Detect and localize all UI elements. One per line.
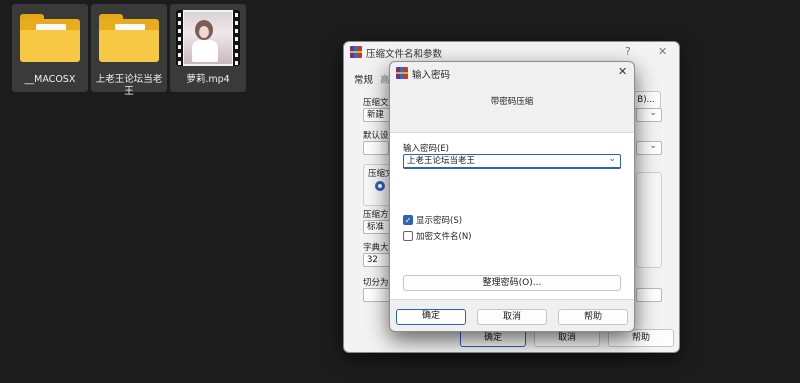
organize-passwords-button[interactable]: 整理密码(O)... <box>403 275 621 291</box>
video-thumbnail-icon <box>176 10 240 66</box>
folder-icon <box>97 10 161 64</box>
help-icon[interactable]: ? <box>625 45 631 58</box>
dialog-header: 带密码压缩 <box>490 97 534 107</box>
dialog-title: 输入密码 <box>412 70 451 81</box>
desktop-item-label: __MACOSX <box>24 74 76 85</box>
browse-button[interactable]: B)... <box>631 91 661 109</box>
password-pane: 输入密码(E) 上老王论坛当老王 ✓ 显示密码(S) 加密文件名(N) 整理密码… <box>390 132 634 300</box>
winrar-app-icon <box>350 46 362 58</box>
show-password-checkbox[interactable]: ✓ <box>403 215 413 225</box>
encrypt-filenames-label: 加密文件名(N) <box>416 232 472 242</box>
password-input[interactable]: 上老王论坛当老王 <box>403 154 621 169</box>
show-password-label: 显示密码(S) <box>416 216 463 226</box>
archive-update-dropdown[interactable] <box>636 108 662 122</box>
folder-icon <box>18 10 82 64</box>
password-placeholder-field[interactable] <box>636 288 662 302</box>
desktop-item-macosx[interactable]: __MACOSX <box>12 4 88 92</box>
ok-button[interactable]: 确定 <box>396 309 466 325</box>
archive-options-group <box>636 172 662 268</box>
desktop-item-label: 上老王论坛当老王 <box>95 74 163 97</box>
options-dropdown[interactable] <box>636 141 662 155</box>
profiles-field[interactable] <box>363 141 389 155</box>
dialog-title: 压缩文件名和参数 <box>366 49 443 60</box>
rar-radio[interactable] <box>375 181 385 191</box>
password-label: 输入密码(E) <box>403 144 450 154</box>
encrypt-filenames-checkbox[interactable] <box>403 231 413 241</box>
help-button[interactable]: 帮助 <box>558 309 628 325</box>
close-icon[interactable]: ✕ <box>618 65 627 78</box>
cancel-button[interactable]: 取消 <box>477 309 547 325</box>
tab-general[interactable]: 常规 <box>354 72 373 86</box>
winrar-app-icon <box>396 67 408 79</box>
desktop-item-folder[interactable]: 上老王论坛当老王 <box>91 4 167 97</box>
close-icon[interactable]: ✕ <box>658 45 667 58</box>
desktop-item-label: 萝莉.mp4 <box>186 74 230 85</box>
desktop-item-video[interactable]: 萝莉.mp4 <box>170 4 246 92</box>
enter-password-dialog: 输入密码 ✕ 带密码压缩 输入密码(E) 上老王论坛当老王 ✓ 显示密码(S) … <box>389 61 635 332</box>
